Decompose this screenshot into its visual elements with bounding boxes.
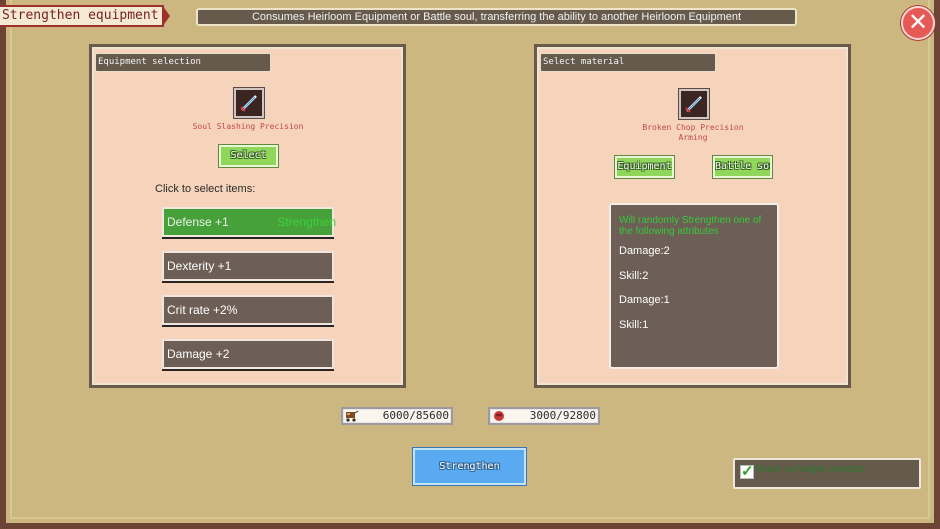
strengthen-tag: Strengthen [277, 215, 336, 229]
equipment-item-slot[interactable] [234, 88, 264, 118]
strengthen-button[interactable]: Strengthen [413, 448, 526, 485]
attribute-option-dexterity[interactable]: Dexterity +1 [162, 251, 334, 281]
sword-icon [240, 95, 257, 112]
material-selection-panel: Select material Broken Chop Precision Ar… [534, 44, 851, 388]
resource-cost-gold: 6000/85600 [341, 407, 453, 425]
info-line: Skill:1 [619, 318, 649, 331]
material-item-slot[interactable] [679, 89, 709, 119]
equipment-item-name: Soul Slashing Precision [192, 122, 304, 131]
info-line: Skill:2 [619, 269, 649, 282]
window-title: Strengthen equipment [0, 5, 170, 27]
close-icon[interactable]: ✕ [908, 8, 928, 36]
close-button[interactable]: ✕ [901, 6, 935, 40]
attribute-label: Dexterity +1 [167, 259, 232, 273]
attribute-option-defense[interactable]: Defense +1 Strengthen [162, 207, 336, 237]
cart-icon [346, 410, 359, 422]
click-to-select-label: Click to select items: [155, 183, 256, 195]
attribute-label: Damage +2 [167, 347, 230, 361]
checkbox-icon[interactable]: ✓ [740, 464, 754, 479]
description-bar: Consumes Heirloom Equipment or Battle so… [196, 8, 797, 26]
reset-no-prompt-toggle[interactable]: ✓ Reset no longer prompts [733, 458, 921, 489]
attribute-info-box: Will randomly Strengthen one of the foll… [609, 203, 779, 369]
resource-cost-soul: 3000/92800 [488, 407, 600, 425]
battle-soul-button[interactable]: Battle soul [713, 156, 772, 178]
equipment-panel-header: Equipment selection [95, 53, 271, 72]
material-item-name: Broken Chop Precision Arming [642, 123, 744, 142]
sword-icon [685, 96, 702, 113]
attribute-label: Crit rate +2% [167, 303, 238, 317]
equipment-material-button[interactable]: Equipment [615, 156, 674, 178]
info-line: Damage:1 [619, 294, 670, 306]
info-line: Damage:2 [619, 245, 670, 257]
resource-value: 6000/85600 [382, 409, 449, 422]
select-button[interactable]: Select [219, 145, 278, 167]
resource-value: 3000/92800 [529, 409, 596, 422]
equipment-selection-panel: Equipment selection Soul Slashing Precis… [89, 44, 406, 388]
reset-no-prompt-label: Reset no longer prompts [755, 464, 865, 475]
attribute-option-crit-rate[interactable]: Crit rate +2% [162, 295, 334, 325]
soul-icon [494, 411, 504, 421]
attribute-label: Defense +1 [167, 215, 229, 229]
attribute-option-damage[interactable]: Damage +2 [162, 339, 334, 369]
material-panel-header: Select material [540, 53, 716, 72]
info-title: Will randomly Strengthen one of the foll… [619, 215, 762, 237]
